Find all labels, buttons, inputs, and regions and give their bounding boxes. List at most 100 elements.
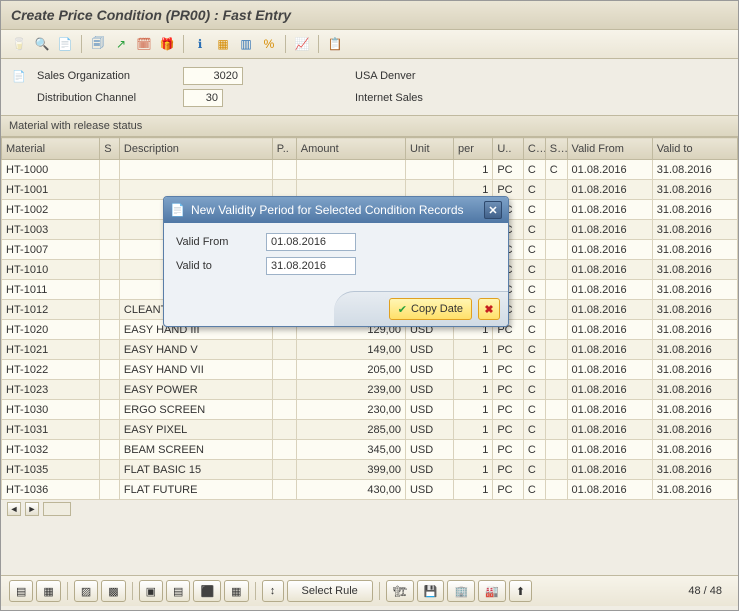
cell-from[interactable]: 01.08.2016	[567, 260, 652, 280]
cell-material[interactable]: HT-1010	[2, 260, 100, 280]
cell-sx[interactable]	[545, 460, 567, 480]
cell-amount[interactable]	[296, 160, 405, 180]
col-amount[interactable]: Amount	[296, 138, 405, 160]
col-valid-from[interactable]: Valid From	[567, 138, 652, 160]
cell-amount[interactable]: 149,00	[296, 340, 405, 360]
cell-desc[interactable]: EASY POWER	[119, 380, 272, 400]
cell-s[interactable]	[100, 280, 120, 300]
cell-s[interactable]	[100, 340, 120, 360]
col-material[interactable]: Material	[2, 138, 100, 160]
col-c[interactable]: C..	[523, 138, 545, 160]
toolbar-btn-3[interactable]: 📄	[55, 34, 75, 54]
cell-c[interactable]: C	[523, 400, 545, 420]
footer-btn-9[interactable]: ↕	[262, 580, 284, 602]
cell-c[interactable]: C	[523, 180, 545, 200]
cell-from[interactable]: 01.08.2016	[567, 240, 652, 260]
cell-material[interactable]: HT-1032	[2, 440, 100, 460]
cell-to[interactable]: 31.08.2016	[652, 180, 737, 200]
cell-to[interactable]: 31.08.2016	[652, 260, 737, 280]
col-s[interactable]: S	[100, 138, 120, 160]
cell-c[interactable]: C	[523, 160, 545, 180]
cell-s[interactable]	[100, 260, 120, 280]
table-row[interactable]: HT-1023EASY POWER239,00USD1PCC01.08.2016…	[2, 380, 738, 400]
cell-from[interactable]: 01.08.2016	[567, 300, 652, 320]
cell-to[interactable]: 31.08.2016	[652, 340, 737, 360]
toolbar-info-icon[interactable]: ℹ	[190, 34, 210, 54]
cell-p[interactable]	[272, 340, 296, 360]
cell-u[interactable]: PC	[493, 400, 524, 420]
footer-btn-12[interactable]: 🏢	[447, 580, 475, 602]
cell-unit[interactable]: USD	[405, 440, 453, 460]
toolbar-percent-icon[interactable]: %	[259, 34, 279, 54]
cell-from[interactable]: 01.08.2016	[567, 400, 652, 420]
toolbar-blocks-icon[interactable]: ▦	[213, 34, 233, 54]
footer-btn-3[interactable]: ▨	[74, 580, 98, 602]
cell-per[interactable]: 1	[454, 160, 493, 180]
footer-btn-5[interactable]: ▣	[139, 580, 163, 602]
cell-s[interactable]	[100, 220, 120, 240]
cell-unit[interactable]	[405, 160, 453, 180]
cell-sx[interactable]	[545, 240, 567, 260]
cell-p[interactable]	[272, 160, 296, 180]
select-rule-button[interactable]: Select Rule	[287, 580, 373, 602]
cell-p[interactable]	[272, 360, 296, 380]
cell-u[interactable]: PC	[493, 440, 524, 460]
cell-amount[interactable]: 230,00	[296, 400, 405, 420]
cell-to[interactable]: 31.08.2016	[652, 440, 737, 460]
cell-unit[interactable]: USD	[405, 340, 453, 360]
cell-sx[interactable]	[545, 440, 567, 460]
cell-amount[interactable]: 430,00	[296, 480, 405, 500]
cell-p[interactable]	[272, 480, 296, 500]
cell-sx[interactable]	[545, 480, 567, 500]
footer-btn-6[interactable]: ▤	[166, 580, 190, 602]
cell-s[interactable]	[100, 480, 120, 500]
cell-s[interactable]	[100, 320, 120, 340]
cell-c[interactable]: C	[523, 300, 545, 320]
cell-u[interactable]: PC	[493, 340, 524, 360]
toolbar-split-icon[interactable]: ▥	[236, 34, 256, 54]
cell-s[interactable]	[100, 300, 120, 320]
cell-per[interactable]: 1	[454, 460, 493, 480]
cell-to[interactable]: 31.08.2016	[652, 280, 737, 300]
cell-c[interactable]: C	[523, 200, 545, 220]
cell-sx[interactable]	[545, 260, 567, 280]
col-sx[interactable]: S..	[545, 138, 567, 160]
col-u[interactable]: U..	[493, 138, 524, 160]
cell-sx[interactable]	[545, 400, 567, 420]
dialog-close-button[interactable]: ✕	[484, 201, 502, 219]
cell-p[interactable]	[272, 400, 296, 420]
cell-desc[interactable]: ERGO SCREEN	[119, 400, 272, 420]
cell-from[interactable]: 01.08.2016	[567, 200, 652, 220]
cell-material[interactable]: HT-1003	[2, 220, 100, 240]
cell-sx[interactable]	[545, 380, 567, 400]
cell-unit[interactable]: USD	[405, 360, 453, 380]
dist-channel-input[interactable]	[183, 89, 223, 107]
cell-c[interactable]: C	[523, 480, 545, 500]
cell-s[interactable]	[100, 380, 120, 400]
cell-to[interactable]: 31.08.2016	[652, 360, 737, 380]
cell-unit[interactable]: USD	[405, 460, 453, 480]
cell-sx[interactable]	[545, 420, 567, 440]
cell-per[interactable]: 1	[454, 380, 493, 400]
cell-per[interactable]: 1	[454, 360, 493, 380]
cell-c[interactable]: C	[523, 460, 545, 480]
cell-c[interactable]: C	[523, 380, 545, 400]
dialog-valid-to-input[interactable]	[266, 257, 356, 275]
cell-material[interactable]: HT-1036	[2, 480, 100, 500]
cell-c[interactable]: C	[523, 360, 545, 380]
cell-amount[interactable]: 399,00	[296, 460, 405, 480]
cell-s[interactable]	[100, 360, 120, 380]
cell-s[interactable]	[100, 460, 120, 480]
cell-from[interactable]: 01.08.2016	[567, 340, 652, 360]
cell-per[interactable]: 1	[454, 340, 493, 360]
cell-per[interactable]: 1	[454, 420, 493, 440]
footer-btn-13[interactable]: 🏭	[478, 580, 506, 602]
cell-sx[interactable]	[545, 300, 567, 320]
cell-desc[interactable]	[119, 160, 272, 180]
cell-s[interactable]	[100, 440, 120, 460]
table-row[interactable]: HT-10001PCCC01.08.201631.08.2016	[2, 160, 738, 180]
cell-s[interactable]	[100, 180, 120, 200]
cell-desc[interactable]: EASY HAND VII	[119, 360, 272, 380]
cell-from[interactable]: 01.08.2016	[567, 280, 652, 300]
toolbar-export-icon[interactable]: ↗	[111, 34, 131, 54]
